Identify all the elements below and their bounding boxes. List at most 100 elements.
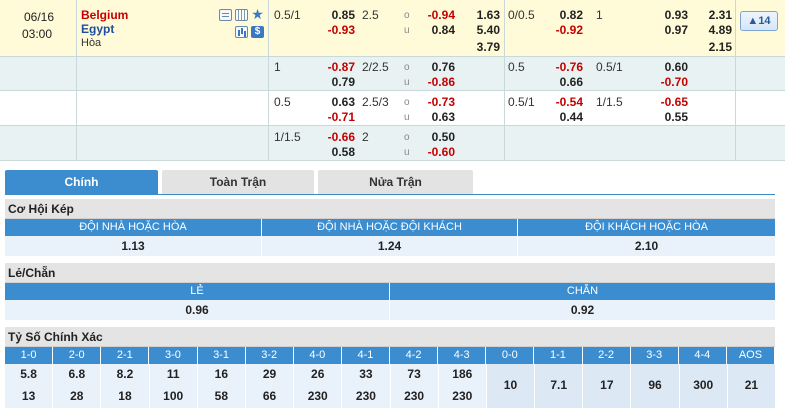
score-odds-home[interactable]: 29 [246,367,293,381]
x2-draw[interactable]: 2.15 [694,40,732,54]
score-header: 1-1 [534,347,583,364]
more-markets-count: 14 [758,15,771,27]
score-odds-home[interactable]: 73 [391,367,438,381]
ah2-away[interactable]: -0.92 [543,23,583,37]
odds-odd[interactable]: 0.96 [5,300,390,320]
ou2-under[interactable]: 0.55 [648,110,688,124]
ah1-away[interactable]: 0.79 [315,75,355,89]
ah1-home[interactable]: -0.66 [315,130,355,144]
odds-row-main: 06/16 03:00 Belgium Egypt Hòa ★ $ 0.5/1 … [0,0,785,57]
score-odds-home[interactable]: 16 [198,367,245,381]
score-odds-draw[interactable]: 10 [487,378,534,392]
ah2-home[interactable]: -0.76 [543,60,583,74]
score-odds-away[interactable]: 58 [198,389,245,403]
away-team-link[interactable]: Egypt [81,22,114,36]
bars-icon[interactable] [235,26,248,38]
score-header: 4-1 [341,347,390,364]
score-odds-away[interactable]: 28 [53,389,100,403]
score-odds-draw[interactable]: 21 [728,378,775,392]
odd-even-header: LẺ CHẴN [5,283,775,300]
score-odds-home[interactable]: 33 [342,367,389,381]
ah1-home[interactable]: 0.63 [315,95,355,109]
ah2-home[interactable]: -0.54 [543,95,583,109]
ah1-home[interactable]: 0.85 [315,8,355,22]
score-column: 300 [679,364,728,408]
ah2-away[interactable]: 0.66 [543,75,583,89]
ah1-away[interactable]: -0.93 [315,23,355,37]
score-odds-away[interactable]: 230 [439,389,486,403]
x2-away[interactable]: 4.89 [694,23,732,37]
ou1-under[interactable]: 0.63 [415,110,455,124]
ou1-line: 2.5/3 [362,95,389,109]
ah1-away[interactable]: -0.71 [315,110,355,124]
x1-home[interactable]: 1.63 [462,8,500,22]
ou1-over[interactable]: -0.73 [415,95,455,109]
grid-icon[interactable] [235,9,248,21]
ou1-under[interactable]: -0.60 [415,145,455,159]
ah1-home[interactable]: -0.87 [315,60,355,74]
double-chance-title: Cơ Hội Kép [5,199,775,219]
ou1-over[interactable]: 0.50 [415,130,455,144]
odds-even[interactable]: 0.92 [390,300,775,320]
ou2-over[interactable]: 0.60 [648,60,688,74]
ou2-over[interactable]: -0.65 [648,95,688,109]
score-odds-away[interactable]: 18 [101,389,148,403]
ah1-away[interactable]: 0.58 [315,145,355,159]
ou2-under[interactable]: -0.70 [648,75,688,89]
odd-even-values: 0.96 0.92 [5,300,775,320]
ou1-line: 2.5 [362,8,379,22]
double-chance-values: 1.13 1.24 2.10 [5,236,775,256]
ou2-over[interactable]: 0.93 [648,8,688,22]
x2-home[interactable]: 2.31 [694,8,732,22]
under-label: u [404,112,410,123]
score-odds-home[interactable]: 186 [439,367,486,381]
table-icon[interactable] [219,9,232,21]
score-odds-away[interactable]: 66 [246,389,293,403]
ou1-under[interactable]: 0.84 [415,23,455,37]
ou1-over[interactable]: -0.94 [415,8,455,22]
ou1-over[interactable]: 0.76 [415,60,455,74]
more-markets-button[interactable]: ▲14 [740,11,778,31]
ou2-under[interactable]: 0.97 [648,23,688,37]
tab-chinh[interactable]: Chính [5,170,158,194]
home-team-link[interactable]: Belgium [81,8,128,22]
dollar-icon[interactable]: $ [251,26,264,38]
x1-draw[interactable]: 3.79 [462,40,500,54]
score-odds-home[interactable]: 6.8 [53,367,100,381]
score-column: 26 230 [294,364,343,408]
score-odds-draw[interactable]: 300 [680,378,727,392]
double-chance-header: ĐỘI NHÀ HOẶC HÒA ĐỘI NHÀ HOẶC ĐỘI KHÁCH … [5,219,775,236]
score-column: 7.1 [535,364,584,408]
score-odds-home[interactable]: 26 [294,367,341,381]
header-away-or-draw: ĐỘI KHÁCH HOẶC HÒA [518,219,775,236]
score-odds-draw[interactable]: 7.1 [535,378,582,392]
under-label: u [404,147,410,158]
score-odds-away[interactable]: 13 [5,389,52,403]
ah2-home[interactable]: 0.82 [543,8,583,22]
score-odds-away[interactable]: 100 [150,389,197,403]
tab-toan-tran[interactable]: Toàn Trận [162,170,314,194]
score-odds-home[interactable]: 11 [150,367,197,381]
odds-away-or-draw[interactable]: 2.10 [518,236,775,256]
score-header: 4-3 [438,347,487,364]
score-column: 96 [631,364,680,408]
odds-row: 0.5 0.63 -0.71 2.5/3 o u -0.73 0.63 0.5/… [0,91,785,126]
score-odds-away[interactable]: 230 [294,389,341,403]
tab-nua-tran[interactable]: Nửa Trận [318,170,473,194]
ah1-line: 1 [274,60,281,74]
odds-home-or-away[interactable]: 1.24 [262,236,518,256]
score-odds-away[interactable]: 230 [391,389,438,403]
score-odds-draw[interactable]: 96 [631,378,678,392]
score-odds-draw[interactable]: 17 [583,378,630,392]
star-icon[interactable]: ★ [251,7,264,21]
odds-home-or-draw[interactable]: 1.13 [5,236,262,256]
x1-away[interactable]: 5.40 [462,23,500,37]
score-header: 4-4 [678,347,727,364]
score-odds-home[interactable]: 5.8 [5,367,52,381]
ou1-under[interactable]: -0.86 [415,75,455,89]
score-odds-away[interactable]: 230 [342,389,389,403]
ah2-line: 0.5/1 [508,95,535,109]
ah2-away[interactable]: 0.44 [543,110,583,124]
score-odds-home[interactable]: 8.2 [101,367,148,381]
under-label: u [404,77,410,88]
